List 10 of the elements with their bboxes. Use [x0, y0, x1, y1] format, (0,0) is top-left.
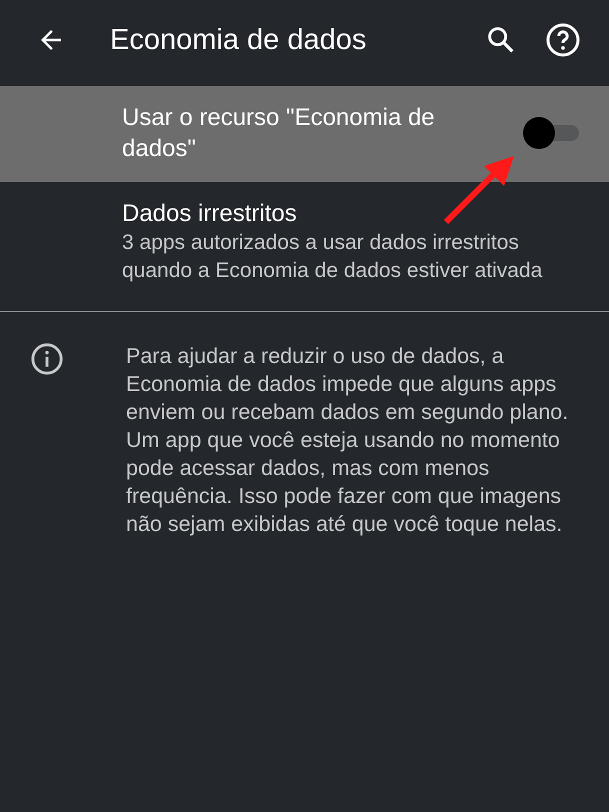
info-icon: [30, 342, 64, 376]
toggle-switch[interactable]: [523, 116, 579, 150]
screen-title: Economia de dados: [110, 22, 366, 58]
setting-title: Usar o recurso "Economia de dados": [122, 103, 436, 164]
setting-summary: 3 apps autorizados a usar dados irrestritos quando a Economia de dados estiver ativada: [122, 230, 544, 284]
setting-title: Dados irrestritos: [122, 199, 298, 229]
setting-row[interactable]: Dados irrestritos 3 apps autorizados a usar dados irrestritos quando a Economia de dados estiver ativada: [0, 182, 609, 301]
info-text: Para ajudar a reduzir o uso de dados, a Economia de dados impede que alguns apps enviem ou recebam dados em segundo plano. Um app que você esteja usando no momento pode acessar dados, mas com menos frequência. Isso pode fazer com que imagens não sejam exibidas até que você toque nelas.: [126, 343, 570, 538]
setting-row[interactable]: Usar o recurso "Economia de dados": [0, 86, 609, 182]
help-icon: [545, 22, 581, 58]
